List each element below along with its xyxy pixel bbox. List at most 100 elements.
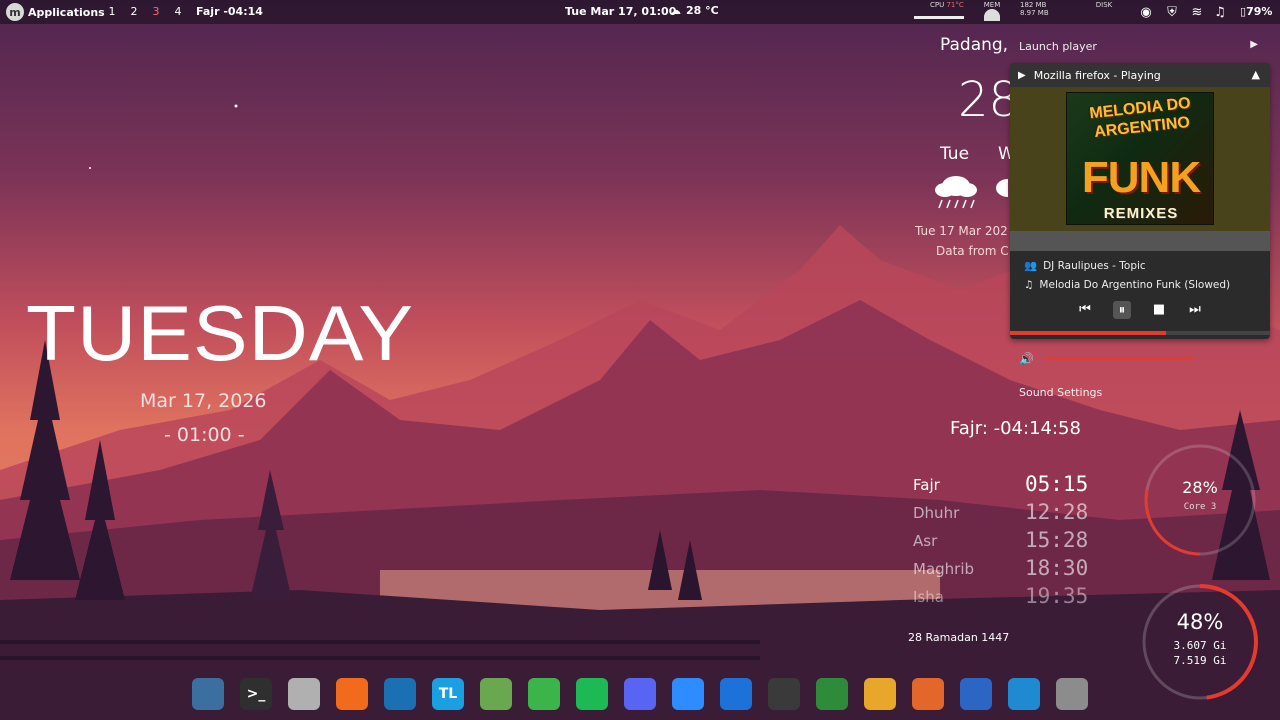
show-desktop-icon[interactable]: [192, 678, 224, 710]
firefox-icon[interactable]: [336, 678, 368, 710]
weather-updated: Tue 17 Mar 202: [915, 224, 1008, 238]
disk-label: DISK: [1095, 1, 1113, 9]
track-title: Melodia Do Argentino Funk (Slowed): [1039, 279, 1231, 291]
terminal-icon[interactable]: >_: [240, 678, 272, 710]
workspace-1[interactable]: 1: [108, 5, 116, 18]
battery-percent: 79%: [1246, 5, 1273, 18]
chevron-right-icon: ▶: [1250, 39, 1258, 50]
weather-city: Padang,: [940, 35, 1009, 55]
obs-icon[interactable]: [768, 678, 800, 710]
top-panel: m Applications 1 2 3 4 Fajr -04:14 Tue M…: [0, 0, 1280, 24]
presentation-icon[interactable]: [912, 678, 944, 710]
weather-source: Data from C: [936, 244, 1009, 258]
teamviewer-icon[interactable]: [720, 678, 752, 710]
files-icon[interactable]: [288, 678, 320, 710]
prayer-time: 19:35: [1025, 584, 1089, 608]
prayer-countdown: Fajr: -04:14:58: [950, 418, 1081, 439]
previous-track-button[interactable]: ⏮: [1077, 301, 1093, 317]
prayer-countdown-applet[interactable]: Fajr -04:14: [196, 5, 263, 18]
memory-used: 3.607 Gi: [1173, 639, 1227, 652]
sound-icon[interactable]: ♫: [1210, 2, 1230, 22]
steam-icon[interactable]: [384, 678, 416, 710]
mint-logo-icon: m: [6, 3, 24, 21]
album-art-area: MELODIA DO ARGENTINO FUNK REMIXES: [1010, 87, 1270, 251]
artist-icon: 👥: [1024, 260, 1038, 272]
album-art-text: MELODIA DO ARGENTINO: [1067, 93, 1213, 145]
speaker-icon[interactable]: 🔊: [1019, 352, 1034, 366]
battery-indicator[interactable]: ▯79%: [1240, 5, 1272, 18]
discord-icon[interactable]: [624, 678, 656, 710]
memory-gauge: 48% 3.607 Gi 7.519 Gi: [1140, 582, 1260, 702]
time-text: - 01:00 -: [164, 424, 245, 446]
sound-settings-item[interactable]: Sound Settings: [1019, 386, 1102, 399]
prayer-name: Fajr: [913, 476, 940, 494]
volume-slider[interactable]: [1045, 358, 1193, 360]
mem-pie-icon: [984, 9, 1000, 21]
date-text: Mar 17, 2026: [140, 390, 267, 412]
cpu-label: CPU: [930, 1, 945, 9]
spotify-icon[interactable]: [576, 678, 608, 710]
launch-player-label: Launch player: [1019, 39, 1097, 53]
net-monitor[interactable]: 182 MB 8.97 MB: [1020, 1, 1070, 17]
prayer-name: Dhuhr: [913, 504, 960, 522]
next-track-button[interactable]: ⏭: [1187, 301, 1203, 317]
chevron-up-icon[interactable]: ▲: [1252, 68, 1260, 81]
vscode-icon[interactable]: [1008, 678, 1040, 710]
stop-button[interactable]: ■: [1151, 301, 1167, 317]
obs-tray-icon[interactable]: ◉: [1136, 2, 1156, 22]
forecast-day-1: Tue: [940, 144, 970, 164]
volume-row: 🔊: [1019, 352, 1199, 368]
track-progress-bar[interactable]: [1010, 331, 1270, 335]
day-title: TUESDAY: [26, 289, 415, 377]
minecraft-icon[interactable]: [480, 678, 512, 710]
clock-applet[interactable]: Tue Mar 17, 01:00: [565, 5, 676, 18]
workspace-2[interactable]: 2: [130, 5, 138, 18]
rain-cloud-icon: [935, 176, 977, 209]
net-down: 182 MB: [1020, 1, 1047, 9]
wifi-icon[interactable]: ≋: [1187, 2, 1207, 22]
player-header[interactable]: ▶ Mozilla firefox - Playing ▲: [1010, 63, 1270, 87]
workspace-4[interactable]: 4: [174, 5, 182, 18]
prayer-name: Maghrib: [913, 560, 975, 578]
prayer-time: 18:30: [1025, 556, 1089, 580]
music-note-icon: ♫: [1024, 279, 1034, 291]
art-footer: [1010, 231, 1270, 251]
applications-menu-button[interactable]: m Applications: [6, 3, 105, 21]
memory-total: 7.519 Gi: [1173, 654, 1227, 667]
memory-gauge-percent: 48%: [1176, 610, 1224, 634]
player-title: Mozilla firefox - Playing: [1033, 68, 1161, 82]
trash-icon[interactable]: [1056, 678, 1088, 710]
roblox-icon[interactable]: [528, 678, 560, 710]
artist-row: 👥 DJ Raulipues - Topic: [1024, 259, 1146, 273]
files-office-icon[interactable]: [864, 678, 896, 710]
mem-label: MEM: [983, 1, 1001, 9]
weather-temp: 28 °C: [686, 4, 719, 17]
play-icon: ▶: [1018, 69, 1026, 81]
shield-icon[interactable]: ⛨: [1162, 2, 1182, 22]
weather-applet[interactable]: ☁ 28 °C: [670, 4, 719, 17]
tlauncher-icon[interactable]: TL: [432, 678, 464, 710]
volume-slider-fill: [1045, 358, 1193, 360]
pause-button[interactable]: ⏸: [1113, 301, 1131, 319]
prayer-time: 12:28: [1025, 500, 1089, 524]
applications-label: Applications: [28, 5, 105, 19]
cpu-gauge: 28% Core 3: [1140, 440, 1260, 560]
album-art-funk: FUNK: [1081, 153, 1201, 202]
artist-name: DJ Raulipues - Topic: [1043, 259, 1146, 272]
player-controls: ⏮ ⏸ ■ ⏭: [1010, 301, 1270, 319]
cpu-gauge-ring: [1144, 444, 1256, 556]
writer-icon[interactable]: [960, 678, 992, 710]
mem-monitor[interactable]: MEM: [980, 1, 1004, 21]
launch-player-item[interactable]: Launch player ▶: [1010, 34, 1272, 58]
album-art-remixes: REMIXES: [1103, 205, 1179, 222]
disk-monitor[interactable]: DISK: [1082, 1, 1126, 9]
cpu-monitor[interactable]: CPU 71°C: [914, 1, 964, 19]
zoom-icon[interactable]: [672, 678, 704, 710]
album-art: MELODIA DO ARGENTINO FUNK REMIXES: [1066, 92, 1214, 225]
spreadsheet-icon[interactable]: [816, 678, 848, 710]
prayer-time: 15:28: [1025, 528, 1089, 552]
cpu-temp: 71°C: [946, 1, 964, 9]
media-player: ▶ Mozilla firefox - Playing ▲ MELODIA DO…: [1010, 63, 1270, 339]
prayer-name: Isha: [913, 588, 944, 606]
workspace-3[interactable]: 3: [152, 5, 160, 18]
